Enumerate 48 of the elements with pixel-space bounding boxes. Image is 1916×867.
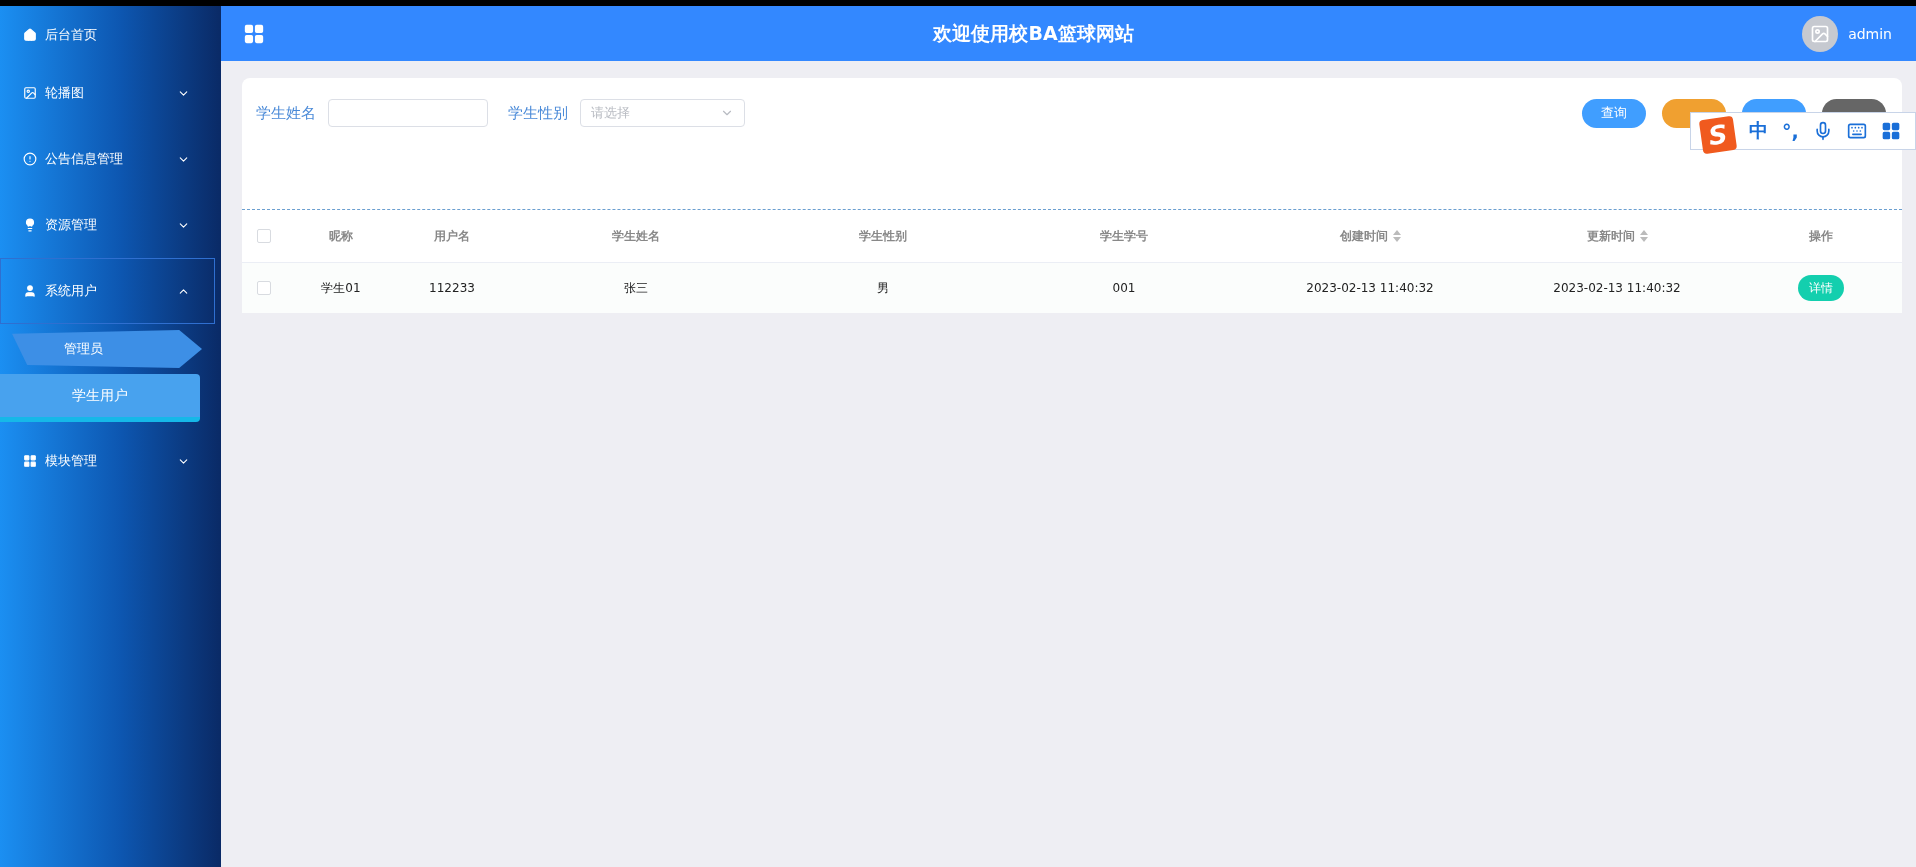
name-field[interactable] (328, 99, 488, 127)
image-icon (23, 86, 37, 100)
table-cell: 001 (1112, 281, 1136, 295)
image-icon (1810, 23, 1831, 44)
menu-item[interactable]: 模块管理 (0, 428, 215, 494)
checkbox[interactable] (257, 229, 271, 243)
table-cell: 学生01 (321, 279, 361, 297)
column-header: 操作 (1809, 227, 1833, 245)
ime-mode[interactable]: 中 (1749, 118, 1768, 144)
ime-logo: S (1698, 115, 1738, 155)
column-header: 用户名 (434, 227, 470, 245)
ime-punctuation[interactable]: °, (1782, 120, 1799, 142)
table-cell: 男 (877, 279, 889, 297)
table-cell: 2023-02-13 11:40:32 (1553, 281, 1681, 295)
column-header: 学生性别 (859, 227, 907, 245)
placeholder: 请选择 (591, 104, 630, 122)
grid-icon[interactable] (1880, 121, 1901, 141)
alert-icon (23, 152, 37, 166)
action-button[interactable]: 查询 (1582, 98, 1646, 128)
menu-item[interactable]: 资源管理 (0, 192, 215, 258)
column-header: 创建时间 (1339, 227, 1388, 245)
column-header: 学生学号 (1100, 227, 1148, 245)
submenu-item[interactable]: 学生用户 (0, 374, 200, 422)
menu-item[interactable]: 后台首页 (0, 10, 215, 60)
field-label: 学生性别 (508, 103, 568, 123)
sort-icon[interactable] (1639, 230, 1648, 242)
menu-item[interactable]: 轮播图 (0, 60, 215, 126)
grid-icon (23, 454, 37, 468)
menu-item[interactable]: 公告信息管理 (0, 126, 215, 192)
menu-item[interactable]: 系统用户 (0, 258, 215, 324)
field-label: 学生姓名 (256, 103, 316, 123)
user-icon (23, 284, 37, 298)
lightbulb-icon (23, 218, 37, 232)
home-icon (23, 28, 37, 42)
table-cell: 张三 (624, 279, 648, 297)
column-header: 昵称 (329, 227, 353, 245)
sort-icon[interactable] (1392, 230, 1401, 242)
column-header: 更新时间 (1586, 227, 1635, 245)
submenu-item[interactable]: 管理员 (12, 330, 202, 368)
table-cell: 2023-02-13 11:40:32 (1306, 281, 1434, 295)
checkbox[interactable] (257, 281, 271, 295)
page-title: 欢迎使用校BA篮球网站 (931, 20, 1135, 46)
keyboard-icon[interactable] (1846, 121, 1867, 141)
column-header: 学生姓名 (612, 227, 660, 245)
table-cell: 112233 (429, 281, 475, 295)
avatar[interactable] (1802, 15, 1839, 52)
user-name: admin (1848, 25, 1892, 42)
grid-icon[interactable] (243, 22, 265, 45)
